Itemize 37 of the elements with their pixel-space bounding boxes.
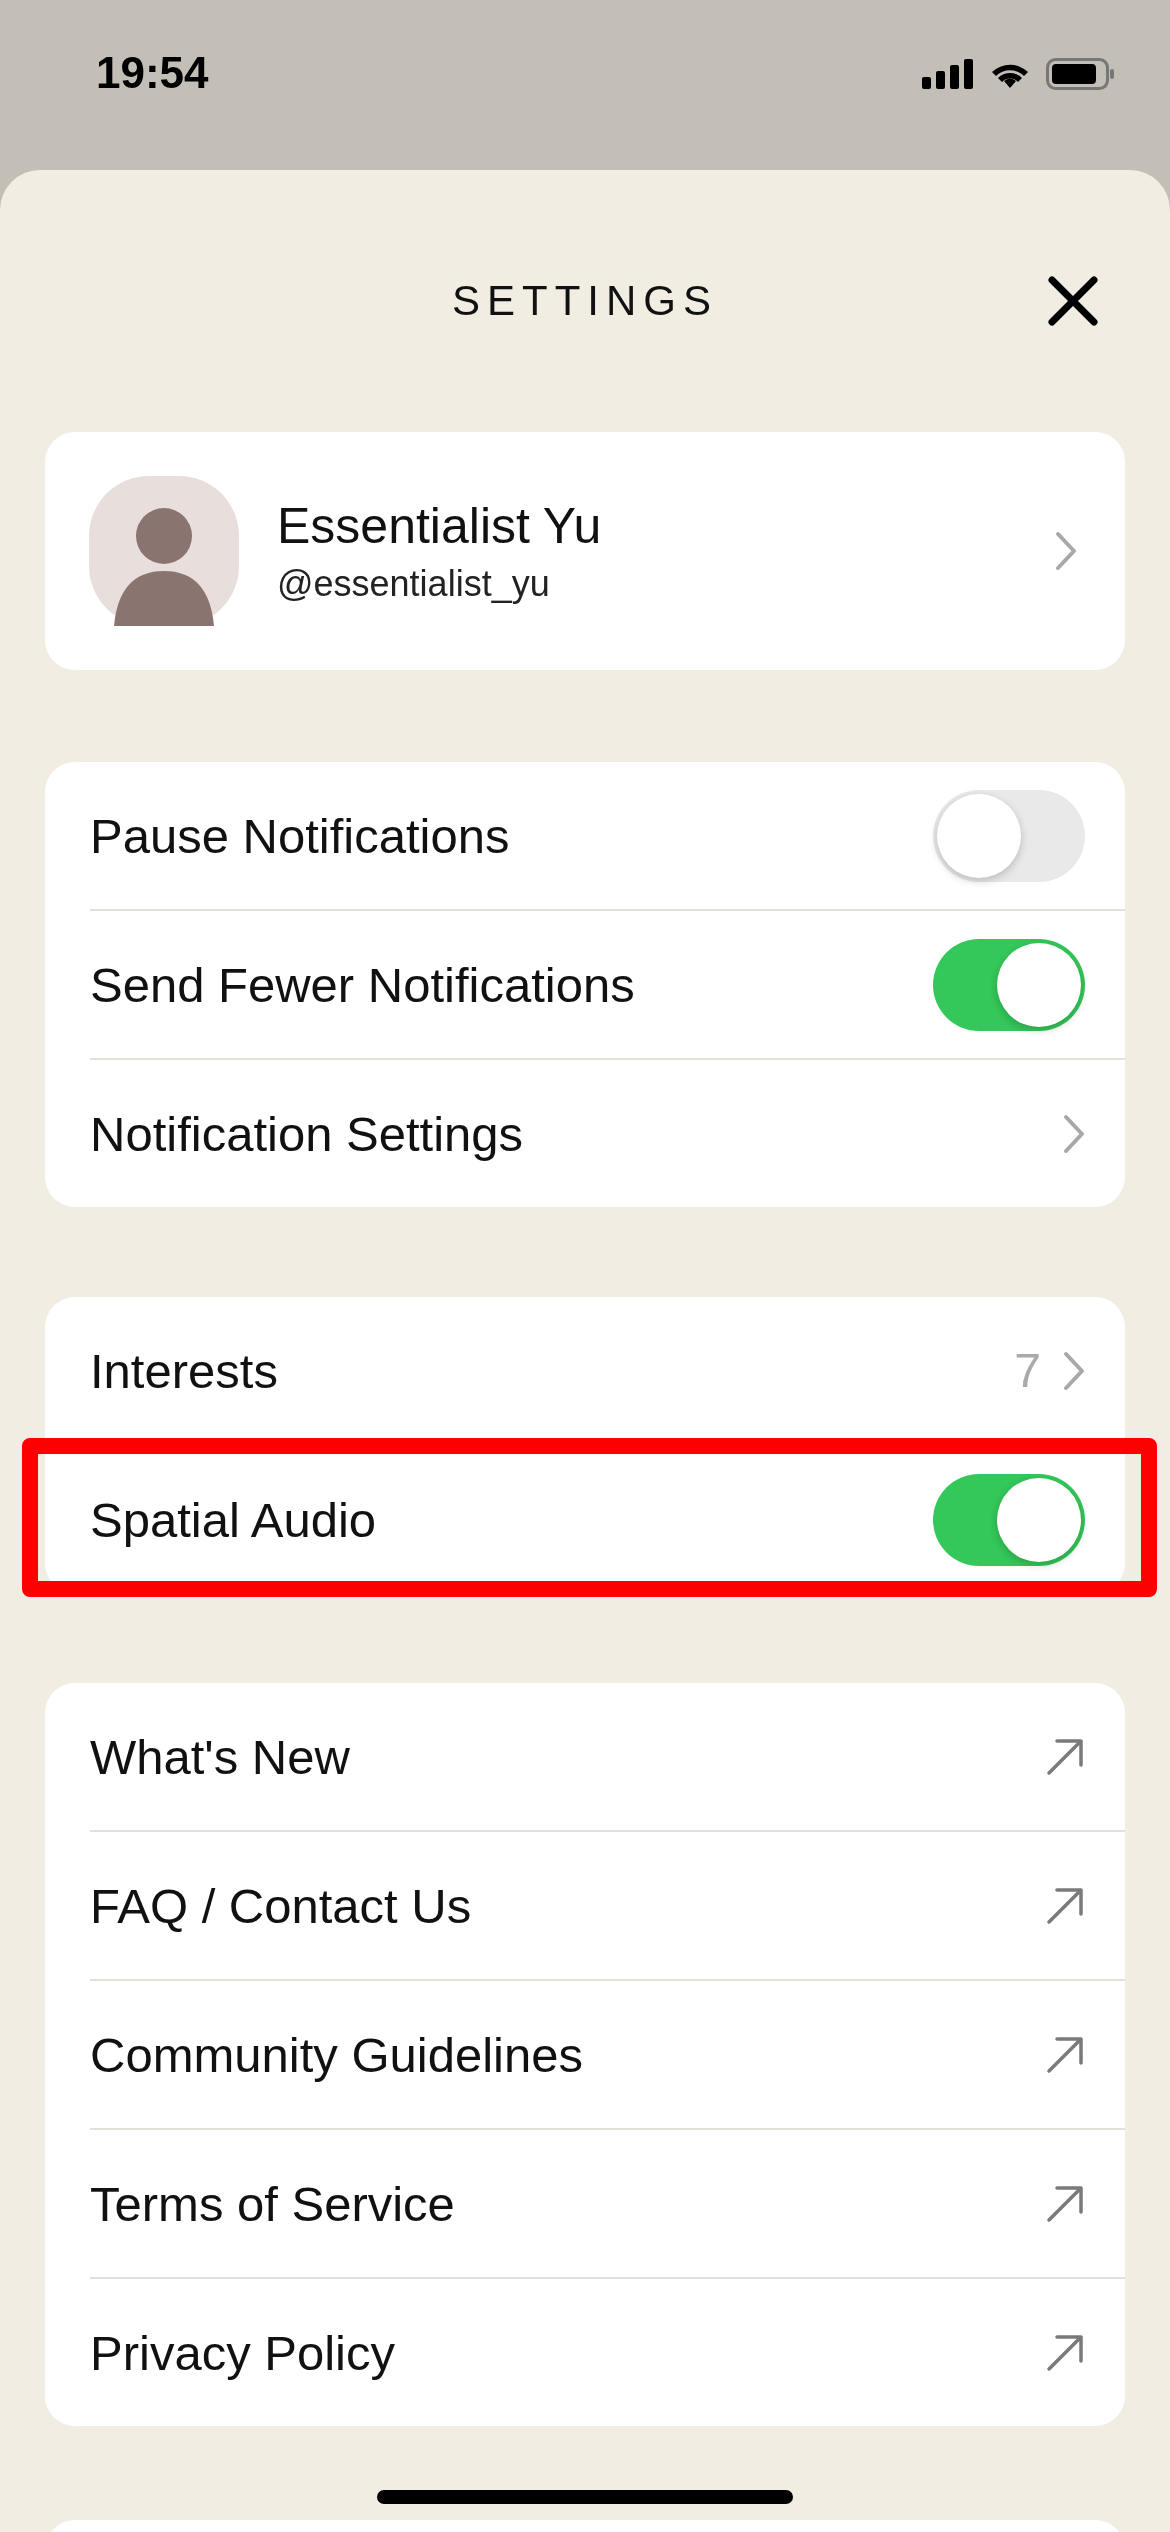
settings-row[interactable]: What's New: [90, 1683, 1125, 1832]
profile-card[interactable]: Essentialist Yu @essentialist_yu: [45, 432, 1125, 670]
arrow-icon: [1045, 1885, 1085, 1926]
chevron-icon: [1063, 1113, 1085, 1154]
chevron-icon: [1063, 1350, 1085, 1391]
row-label: Notification Settings: [90, 1105, 524, 1162]
row-label: Terms of Service: [90, 2175, 455, 2232]
settings-row[interactable]: FAQ / Contact Us: [90, 1832, 1125, 1981]
settings-row[interactable]: Community Guidelines: [90, 1981, 1125, 2130]
status-time: 19:54: [96, 48, 209, 98]
settings-row[interactable]: Notification Settings: [90, 1060, 1125, 1207]
settings-row[interactable]: Privacy Policy: [90, 2279, 1125, 2426]
settings-title: SETTINGS: [452, 277, 718, 325]
arrow-icon: [1045, 2183, 1085, 2224]
row-label: FAQ / Contact Us: [90, 1877, 472, 1934]
row-label: Pause Notifications: [90, 807, 510, 864]
settings-row[interactable]: Spatial Audio: [90, 1446, 1125, 1593]
battery-icon: [1046, 58, 1116, 90]
settings-row[interactable]: Send Fewer Notifications: [90, 911, 1125, 1060]
arrow-icon: [1045, 2332, 1085, 2373]
signal-icon: [922, 59, 974, 89]
row-count: 7: [1014, 1343, 1041, 1398]
row-label: Spatial Audio: [90, 1491, 377, 1548]
chevron-icon: [1055, 531, 1077, 571]
row-label: Interests: [90, 1342, 278, 1399]
row-label: Privacy Policy: [90, 2324, 395, 2381]
close-button[interactable]: [1046, 274, 1100, 328]
arrow-icon: [1045, 1736, 1085, 1777]
profile-handle: @essentialist_yu: [277, 563, 551, 605]
settings-row[interactable]: Interests 7: [90, 1297, 1125, 1446]
row-label: What's New: [90, 1728, 350, 1785]
row-label: Send Fewer Notifications: [90, 956, 635, 1013]
profile-name: Essentialist Yu: [277, 497, 603, 555]
row-label: Community Guidelines: [90, 2026, 583, 2083]
settings-row[interactable]: Pause Notifications: [90, 762, 1125, 911]
settings-row[interactable]: Terms of Service: [90, 2130, 1125, 2279]
arrow-icon: [1045, 2034, 1085, 2075]
